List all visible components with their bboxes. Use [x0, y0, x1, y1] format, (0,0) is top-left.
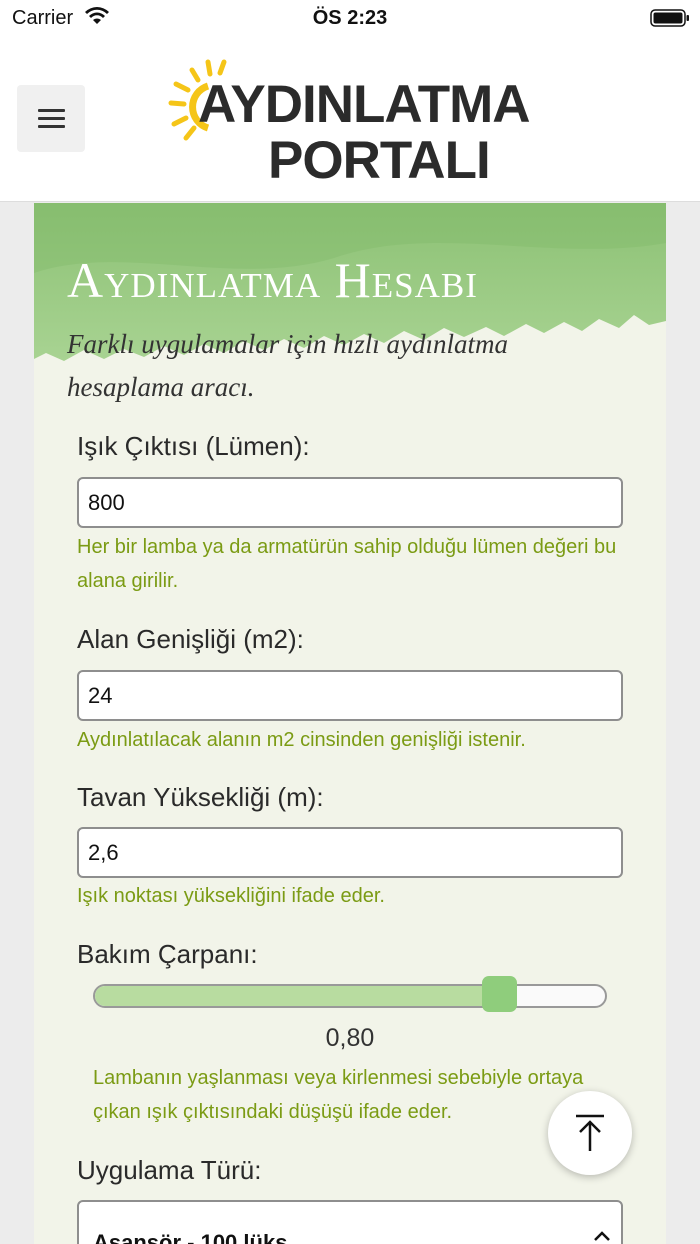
lumen-label: Işık Çıktısı (Lümen):	[77, 431, 310, 461]
status-bar: Carrier ÖS 2:23	[0, 0, 700, 40]
area-input[interactable]	[77, 670, 623, 721]
height-help-text: Işık noktası yüksekliğini ifade eder.	[77, 885, 385, 907]
card-title: Aydınlatma Hesabı	[67, 252, 478, 308]
maintenance-factor-slider[interactable]	[93, 984, 607, 1008]
application-type-selected: Asansör - 100 lüks	[93, 1230, 288, 1244]
lighting-calculator-card: Aydınlatma Hesabı Farklı uygulamalar içi…	[34, 203, 666, 1244]
application-type-select[interactable]: Asansör - 100 lüks	[77, 1200, 623, 1244]
maintenance-factor-value: 0,80	[325, 1024, 375, 1052]
battery-icon	[650, 9, 689, 27]
site-header: AYDINLATMA PORTALI	[0, 40, 700, 202]
site-logo[interactable]: AYDINLATMA PORTALI	[168, 58, 538, 190]
hamburger-menu-button[interactable]	[17, 85, 85, 152]
logo-text-line1: AYDINLATMA	[198, 75, 531, 134]
application-type-label: Uygulama Türü:	[77, 1155, 262, 1185]
slider-thumb[interactable]	[482, 976, 518, 1012]
hamburger-menu-icon	[38, 109, 65, 112]
hamburger-menu-icon-bar	[38, 125, 65, 128]
status-time: ÖS 2:23	[312, 7, 388, 29]
chevron-up-icon	[594, 1231, 610, 1241]
area-label: Alan Genişliği (m2):	[77, 624, 304, 654]
height-input[interactable]	[77, 827, 623, 878]
hamburger-menu-icon-bar	[38, 117, 65, 120]
slider-fill	[95, 986, 498, 1006]
height-label: Tavan Yüksekliği (m):	[77, 782, 324, 812]
maintenance-factor-label: Bakım Çarpanı:	[77, 939, 258, 969]
lumen-input[interactable]	[77, 477, 623, 528]
arrow-up-to-top-icon	[576, 1114, 604, 1151]
area-help-text: Aydınlatılacak alanın m2 cinsinden geniş…	[77, 729, 526, 751]
back-to-top-button[interactable]	[548, 1091, 632, 1175]
card-subtitle: Farklı uygulamalar için hızlı aydınlatma…	[67, 329, 508, 402]
maintenance-help-text: Lambanın yaşlanması veya kirlenmesi sebe…	[93, 1067, 584, 1123]
lumen-help-text: Her bir lamba ya da armatürün sahip oldu…	[77, 536, 617, 592]
logo-text-line2: PORTALI	[268, 131, 491, 190]
